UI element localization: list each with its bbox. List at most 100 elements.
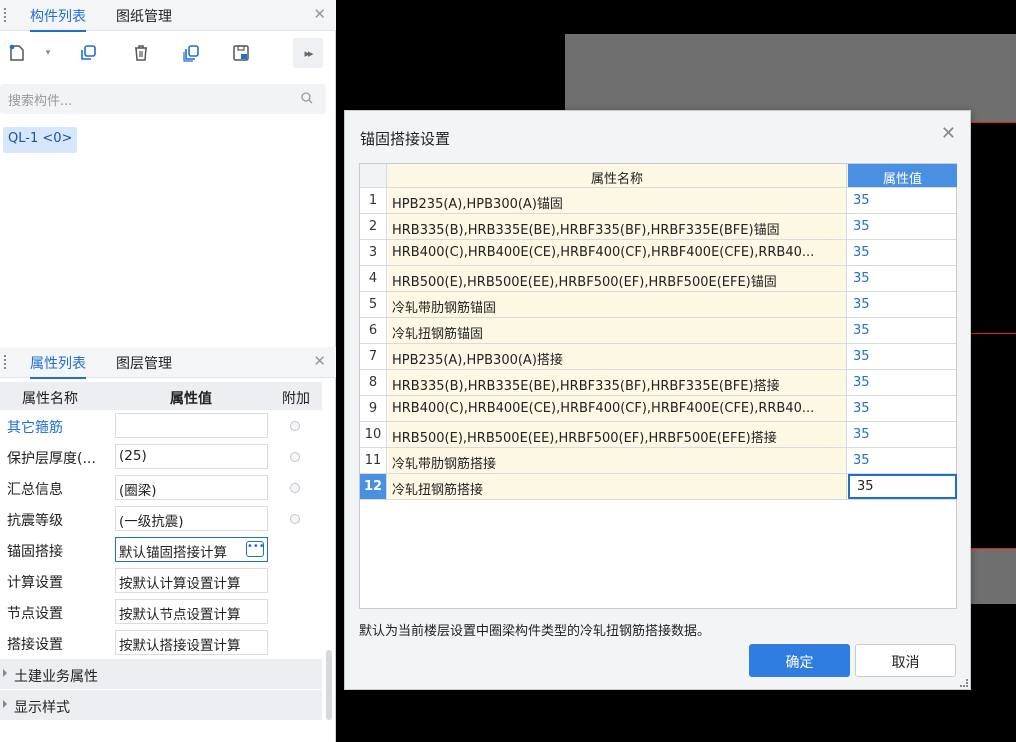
resize-grip-icon[interactable] bbox=[960, 679, 968, 687]
table-row[interactable]: 10 HRB500(E),HRB500E(EE),HRBF500(EF),HRBF… bbox=[360, 422, 956, 448]
delete-button[interactable] bbox=[126, 38, 156, 68]
extra-checkbox[interactable] bbox=[290, 514, 300, 524]
chevron-down-icon: ▾ bbox=[45, 48, 51, 58]
header-property-name: 属性名称 bbox=[22, 391, 78, 407]
row-value[interactable]: 35 bbox=[848, 214, 957, 239]
row-index: 10 bbox=[360, 422, 387, 447]
table-row[interactable]: 11 冷轧带肋钢筋搭接 35 bbox=[360, 448, 956, 474]
group-civil-properties[interactable]: 土建业务属性 bbox=[0, 658, 322, 689]
left-panel: 构件列表 图纸管理 ✕ ▾ ▸▸ 搜索构件... QL-1 <0> 属性列表 图… bbox=[0, 0, 336, 742]
close-icon[interactable]: ✕ bbox=[941, 123, 956, 144]
row-value[interactable]: 35 bbox=[848, 240, 957, 265]
anchor-lap-value-field[interactable]: 默认锚固搭接计算 ••• bbox=[115, 537, 268, 562]
new-dropdown-button[interactable]: ▾ bbox=[38, 38, 58, 68]
vertical-scrollbar[interactable] bbox=[326, 650, 332, 720]
new-component-button[interactable] bbox=[4, 38, 30, 68]
table-row-selected[interactable]: 12 冷轧扭钢筋搭接 35 bbox=[360, 474, 957, 500]
property-name: 保护层厚度(... bbox=[7, 451, 96, 467]
table-row[interactable]: 9 HRB400(C),HRB400E(CE),HRBF400(CF),HRBF4… bbox=[360, 396, 956, 422]
property-name: 搭接设置 bbox=[7, 637, 63, 653]
property-row: 搭接设置 按默认搭接设置计算 bbox=[0, 627, 322, 658]
component-toolbar: ▾ ▸▸ bbox=[0, 38, 336, 72]
row-index: 4 bbox=[360, 266, 387, 291]
table-row[interactable]: 2 HRB335(B),HRB335E(BE),HRBF335(BF),HRBF3… bbox=[360, 214, 956, 240]
property-name: 节点设置 bbox=[7, 606, 63, 622]
table-row[interactable]: 4 HRB500(E),HRB500E(EE),HRBF500(EF),HRBF5… bbox=[360, 266, 956, 292]
row-name: 冷轧扭钢筋锚固 bbox=[388, 318, 847, 343]
property-table: 属性名称 属性值 附加 其它箍筋 保护层厚度(... (25) 汇总信息 (圈梁… bbox=[0, 382, 322, 720]
save-component-button[interactable] bbox=[226, 38, 256, 68]
more-button[interactable]: ▸▸ bbox=[293, 38, 323, 68]
red-axis-line bbox=[971, 333, 1016, 334]
tab-drawing-management[interactable]: 图纸管理 bbox=[116, 6, 172, 26]
row-name: HRB500(E),HRB500E(EE),HRBF500(EF),HRBF50… bbox=[388, 422, 847, 447]
property-name[interactable]: 其它箍筋 bbox=[7, 417, 63, 437]
extra-checkbox[interactable] bbox=[290, 483, 300, 493]
row-value[interactable]: 35 bbox=[848, 370, 957, 395]
copy-layers-icon bbox=[183, 45, 199, 62]
close-icon[interactable]: ✕ bbox=[313, 352, 326, 370]
save-icon bbox=[233, 45, 249, 61]
extra-checkbox[interactable] bbox=[290, 421, 300, 431]
row-value[interactable]: 35 bbox=[848, 318, 957, 343]
property-value-field[interactable] bbox=[115, 413, 268, 438]
tab-layer-management[interactable]: 图层管理 bbox=[116, 353, 172, 373]
row-value[interactable]: 35 bbox=[848, 292, 957, 317]
row-name: HRB400(C),HRB400E(CE),HRBF400(CF),HRBF40… bbox=[388, 396, 847, 421]
group-display-style[interactable]: 显示样式 bbox=[0, 689, 322, 720]
row-value[interactable]: 35 bbox=[848, 266, 957, 291]
row-name: 冷轧带肋钢筋锚固 bbox=[388, 292, 847, 317]
header-index bbox=[360, 164, 387, 187]
property-row: 汇总信息 (圈梁) bbox=[0, 472, 322, 503]
property-value-field[interactable]: 按默认节点设置计算 bbox=[115, 599, 268, 624]
extra-checkbox[interactable] bbox=[290, 452, 300, 462]
row-index: 8 bbox=[360, 370, 387, 395]
property-value-field[interactable]: (25) bbox=[115, 444, 268, 469]
component-list-item[interactable]: QL-1 <0> bbox=[3, 127, 78, 153]
close-icon[interactable]: ✕ bbox=[313, 5, 326, 23]
copy-button[interactable] bbox=[73, 38, 103, 68]
row-name: HRB500(E),HRB500E(EE),HRBF500(EF),HRBF50… bbox=[388, 266, 847, 291]
tab-component-list[interactable]: 构件列表 bbox=[30, 6, 86, 32]
table-row[interactable]: 8 HRB335(B),HRB335E(BE),HRBF335(BF),HRBF3… bbox=[360, 370, 956, 396]
row-index: 5 bbox=[360, 292, 387, 317]
table-row[interactable]: 6 冷轧扭钢筋锚固 35 bbox=[360, 318, 956, 344]
table-row[interactable]: 5 冷轧带肋钢筋锚固 35 bbox=[360, 292, 956, 318]
row-value[interactable]: 35 bbox=[848, 188, 957, 213]
drag-grip-icon[interactable] bbox=[4, 355, 7, 369]
red-axis-line bbox=[965, 548, 1016, 549]
property-row: 锚固搭接 默认锚固搭接计算 ••• bbox=[0, 534, 322, 565]
row-name: 冷轧带肋钢筋搭接 bbox=[388, 448, 847, 473]
row-value[interactable]: 35 bbox=[848, 396, 957, 421]
row-value[interactable]: 35 bbox=[848, 448, 957, 473]
ellipsis-icon[interactable]: ••• bbox=[246, 541, 265, 557]
table-row[interactable]: 1 HPB235(A),HPB300(A)锚固 35 bbox=[360, 188, 956, 214]
ok-button[interactable]: 确定 bbox=[749, 644, 850, 677]
property-value-field[interactable]: 按默认计算设置计算 bbox=[115, 568, 268, 593]
drag-grip-icon[interactable] bbox=[4, 8, 7, 22]
expand-arrow-icon bbox=[3, 700, 7, 708]
table-row[interactable]: 7 HPB235(A),HPB300(A)搭接 35 bbox=[360, 344, 956, 370]
dialog-hint-text: 默认为当前楼层设置中圈梁构件类型的冷轧扭钢筋搭接数据。 bbox=[359, 624, 711, 639]
copy-to-floor-button[interactable] bbox=[176, 38, 206, 68]
red-axis-line bbox=[971, 122, 1016, 123]
row-value-editor[interactable]: 35 bbox=[848, 474, 957, 499]
row-index: 11 bbox=[360, 448, 387, 473]
component-tabbar: 构件列表 图纸管理 ✕ bbox=[0, 0, 336, 32]
row-value[interactable]: 35 bbox=[848, 344, 957, 369]
group-label: 显示样式 bbox=[14, 700, 70, 716]
property-row: 其它箍筋 bbox=[0, 410, 322, 441]
property-value-field[interactable]: (圈梁) bbox=[115, 475, 268, 500]
row-value[interactable]: 35 bbox=[848, 422, 957, 447]
row-index: 9 bbox=[360, 396, 387, 421]
tab-property-list[interactable]: 属性列表 bbox=[30, 353, 86, 379]
row-name: HPB235(A),HPB300(A)搭接 bbox=[388, 344, 847, 369]
property-value-field[interactable]: (一级抗震) bbox=[115, 506, 268, 531]
grid-header: 属性名称 属性值 bbox=[360, 164, 957, 188]
search-icon[interactable] bbox=[300, 91, 314, 105]
search-input[interactable]: 搜索构件... bbox=[0, 84, 326, 114]
cancel-button[interactable]: 取消 bbox=[855, 644, 956, 677]
property-name: 锚固搭接 bbox=[7, 544, 63, 560]
property-value-field[interactable]: 按默认搭接设置计算 bbox=[115, 630, 268, 655]
table-row[interactable]: 3 HRB400(C),HRB400E(CE),HRBF400(CF),HRBF4… bbox=[360, 240, 956, 266]
